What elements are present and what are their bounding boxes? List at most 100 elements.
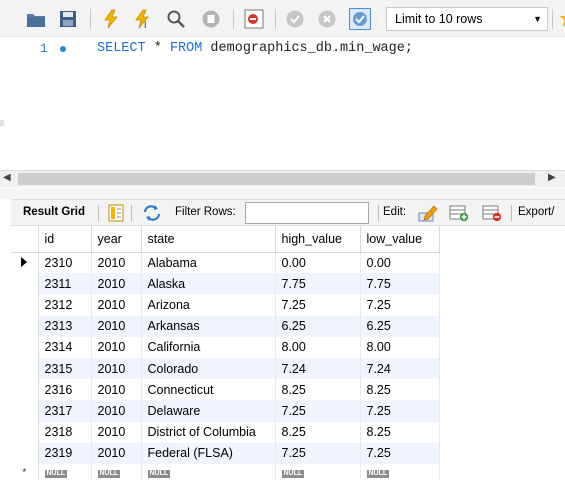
cell-id[interactable]: 2310 [38,252,92,274]
limit-rows-select[interactable]: Limit to 10 rows ▼ [386,7,548,31]
refresh-icon[interactable] [142,204,161,222]
row-selector[interactable] [11,421,39,443]
cell-high-value[interactable]: 7.25 [275,442,361,464]
row-selector[interactable] [11,252,39,274]
row-selector[interactable]: * [11,463,39,480]
sql-query-text[interactable]: SELECT * FROM demographics_db.min_wage; [97,41,413,56]
cell-state[interactable]: California [141,336,276,358]
cell-id[interactable]: 2311 [38,273,92,295]
cell-high-value[interactable]: 6.25 [275,315,361,337]
cell-state[interactable]: Arkansas [141,315,276,337]
cell-low-value[interactable]: NULL [360,463,440,480]
cell-year[interactable]: 2010 [91,315,142,337]
row-selector[interactable] [11,400,39,422]
toggle-continue-icon[interactable] [243,8,265,30]
cell-id[interactable]: 2312 [38,294,92,316]
table-row[interactable]: 2316 2010 Connecticut 8.25 8.25 [11,379,440,401]
cell-low-value[interactable]: 8.25 [360,379,440,401]
cell-year[interactable]: 2010 [91,273,142,295]
cell-year[interactable]: NULL [91,463,142,480]
cell-high-value[interactable]: 8.25 [275,379,361,401]
cell-low-value[interactable]: 6.25 [360,315,440,337]
result-grid-tab[interactable]: Result Grid [23,206,85,218]
commit-icon[interactable] [284,8,306,30]
cell-state[interactable]: District of Columbia [141,421,276,443]
form-editor-icon[interactable] [107,204,125,222]
stop-icon[interactable] [200,8,222,30]
cell-id[interactable]: 2316 [38,379,92,401]
cell-year[interactable]: 2010 [91,442,142,464]
filter-rows-input[interactable] [245,202,369,224]
explain-icon[interactable] [165,8,187,30]
row-selector[interactable] [11,315,39,337]
table-row[interactable]: 2310 2010 Alabama 0.00 0.00 [11,252,440,274]
execute-icon[interactable] [100,8,122,30]
new-row[interactable]: * NULL NULL NULL NULL NULL [11,463,440,480]
scrollbar-thumb[interactable] [18,173,535,185]
editor-horizontal-scrollbar[interactable]: ◀ ▶ [0,170,565,187]
cell-high-value[interactable]: 8.25 [275,421,361,443]
cell-high-value[interactable]: NULL [275,463,361,480]
column-header-low-value[interactable]: low_value [360,226,440,253]
cell-state[interactable]: Arizona [141,294,276,316]
cell-year[interactable]: 2010 [91,336,142,358]
cell-year[interactable]: 2010 [91,252,142,274]
table-row[interactable]: 2319 2010 Federal (FLSA) 7.25 7.25 [11,442,440,464]
cell-state[interactable]: Delaware [141,400,276,422]
execute-current-icon[interactable]: I [131,8,153,30]
cell-state[interactable]: Connecticut [141,379,276,401]
cell-year[interactable]: 2010 [91,400,142,422]
edit-cell-icon[interactable] [418,204,438,222]
table-row[interactable]: 2312 2010 Arizona 7.25 7.25 [11,294,440,316]
cell-high-value[interactable]: 7.25 [275,400,361,422]
table-row[interactable]: 2315 2010 Colorado 7.24 7.24 [11,357,440,380]
column-header-state[interactable]: state [141,226,276,253]
row-selector[interactable] [11,336,39,358]
cell-year[interactable]: 2010 [91,357,142,380]
cell-low-value[interactable]: 7.25 [360,400,440,422]
open-folder-icon[interactable] [25,8,47,30]
cell-low-value[interactable]: 8.00 [360,336,440,358]
column-header-high-value[interactable]: high_value [275,226,361,253]
cell-high-value[interactable]: 7.25 [275,294,361,316]
export-label[interactable]: Export/ [518,206,554,218]
row-selector[interactable] [11,294,39,316]
cell-low-value[interactable]: 0.00 [360,252,440,274]
row-selector[interactable] [11,379,39,401]
row-selector[interactable] [11,357,39,380]
cell-low-value[interactable]: 7.25 [360,442,440,464]
row-selector-header[interactable] [11,226,39,253]
cell-id[interactable]: 2317 [38,400,92,422]
cell-year[interactable]: 2010 [91,294,142,316]
cell-id[interactable]: 2315 [38,357,92,380]
cell-id[interactable]: 2314 [38,336,92,358]
sql-editor[interactable]: 1 SELECT * FROM demographics_db.min_wage… [0,37,565,168]
cell-id[interactable]: NULL [38,463,92,480]
scroll-left-icon[interactable]: ◀ [3,172,11,183]
cell-state[interactable]: Alabama [141,252,276,274]
rollback-icon[interactable] [316,8,338,30]
cell-low-value[interactable]: 8.25 [360,421,440,443]
table-row[interactable]: 2318 2010 District of Columbia 8.25 8.25 [11,421,440,443]
autocommit-icon[interactable] [349,8,371,30]
cell-low-value[interactable]: 7.25 [360,294,440,316]
column-header-id[interactable]: id [38,226,92,253]
cell-id[interactable]: 2313 [38,315,92,337]
cell-high-value[interactable]: 8.00 [275,336,361,358]
add-row-icon[interactable] [449,204,469,222]
cell-year[interactable]: 2010 [91,421,142,443]
cell-high-value[interactable]: 7.75 [275,273,361,295]
table-row[interactable]: 2314 2010 California 8.00 8.00 [11,336,440,358]
row-selector[interactable] [11,273,39,295]
column-header-year[interactable]: year [91,226,142,253]
row-selector[interactable] [11,442,39,464]
beautify-icon[interactable] [557,8,565,30]
cell-state[interactable]: Federal (FLSA) [141,442,276,464]
table-row[interactable]: 2313 2010 Arkansas 6.25 6.25 [11,315,440,337]
cell-id[interactable]: 2319 [38,442,92,464]
cell-high-value[interactable]: 0.00 [275,252,361,274]
cell-state[interactable]: NULL [141,463,276,480]
cell-high-value[interactable]: 7.24 [275,357,361,380]
cell-id[interactable]: 2318 [38,421,92,443]
scroll-right-icon[interactable]: ▶ [548,172,556,183]
